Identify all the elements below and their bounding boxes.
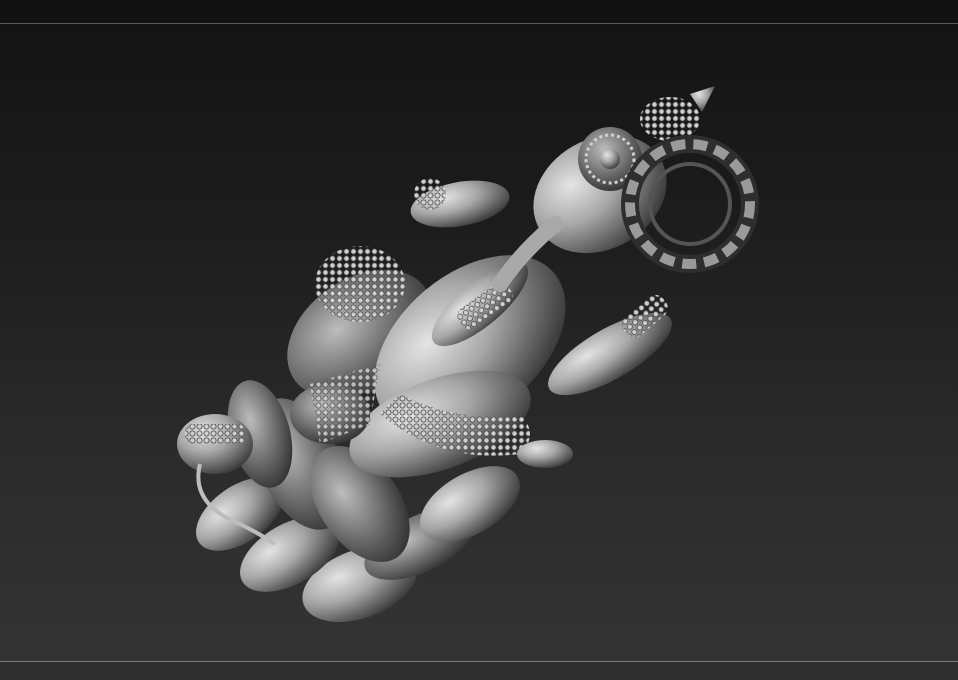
sculpt-model-icon[interactable] <box>0 24 958 661</box>
3d-viewport-canvas[interactable] <box>0 24 958 661</box>
deity-head <box>492 86 715 292</box>
deity-foot <box>517 440 573 468</box>
chakra-wheel <box>621 135 759 273</box>
bottom-toolbar <box>0 661 958 680</box>
top-toolbar <box>0 0 958 24</box>
